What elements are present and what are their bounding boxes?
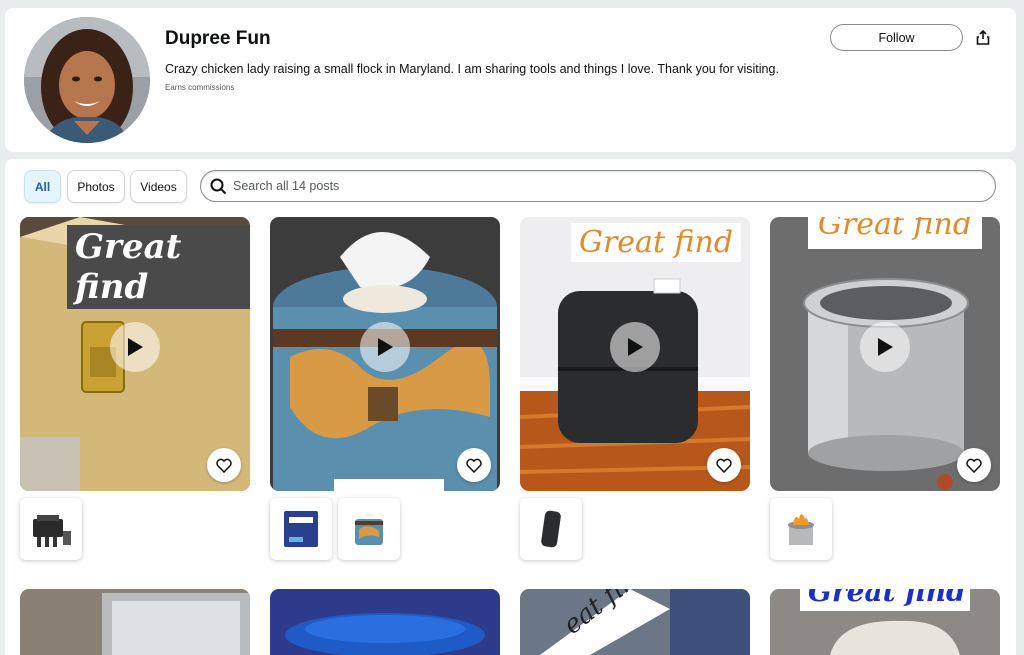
- tissue-cover-icon[interactable]: [338, 498, 400, 560]
- heart-icon[interactable]: [707, 448, 741, 482]
- avatar[interactable]: [24, 17, 150, 143]
- post-card[interactable]: [270, 589, 500, 655]
- tab-all[interactable]: All: [24, 170, 61, 203]
- heart-icon[interactable]: [207, 448, 241, 482]
- post-card[interactable]: Great find: [770, 217, 1000, 491]
- search-input[interactable]: [233, 174, 973, 198]
- fire-pit-icon[interactable]: [770, 498, 832, 560]
- share-icon[interactable]: [972, 26, 994, 48]
- play-icon[interactable]: [860, 322, 910, 372]
- profile-name: Dupree Fun: [165, 28, 271, 49]
- post-card[interactable]: [20, 589, 250, 655]
- search-icon: [210, 178, 227, 195]
- black-bag-icon[interactable]: [520, 498, 582, 560]
- post-card[interactable]: Great find: [770, 589, 1000, 655]
- post-caption: Great find: [67, 225, 250, 309]
- post-card[interactable]: [270, 217, 500, 491]
- kleenex-box-icon[interactable]: [270, 498, 332, 560]
- tab-videos[interactable]: Videos: [130, 170, 187, 203]
- profile-card: Dupree Fun Crazy chicken lady raising a …: [5, 8, 1016, 152]
- earns-commissions-note: Earns commissions: [165, 83, 235, 92]
- profile-bio: Crazy chicken lady raising a small flock…: [165, 62, 779, 76]
- post-card[interactable]: Great find: [520, 217, 750, 491]
- search-box[interactable]: [200, 170, 996, 202]
- play-icon[interactable]: [610, 322, 660, 372]
- heart-icon[interactable]: [957, 448, 991, 482]
- post-caption: Great find: [800, 589, 970, 611]
- play-icon[interactable]: [110, 322, 160, 372]
- post-caption: Great find: [571, 223, 742, 262]
- follow-button[interactable]: Follow: [830, 24, 963, 51]
- post-card[interactable]: Great find: [20, 217, 250, 491]
- post-caption: Great find: [808, 217, 983, 249]
- play-icon[interactable]: [360, 322, 410, 372]
- heart-icon[interactable]: [457, 448, 491, 482]
- tool-case-icon[interactable]: [20, 498, 82, 560]
- post-card[interactable]: eat finds: [520, 589, 750, 655]
- post-caption: [334, 479, 444, 491]
- tab-photos[interactable]: Photos: [67, 170, 125, 203]
